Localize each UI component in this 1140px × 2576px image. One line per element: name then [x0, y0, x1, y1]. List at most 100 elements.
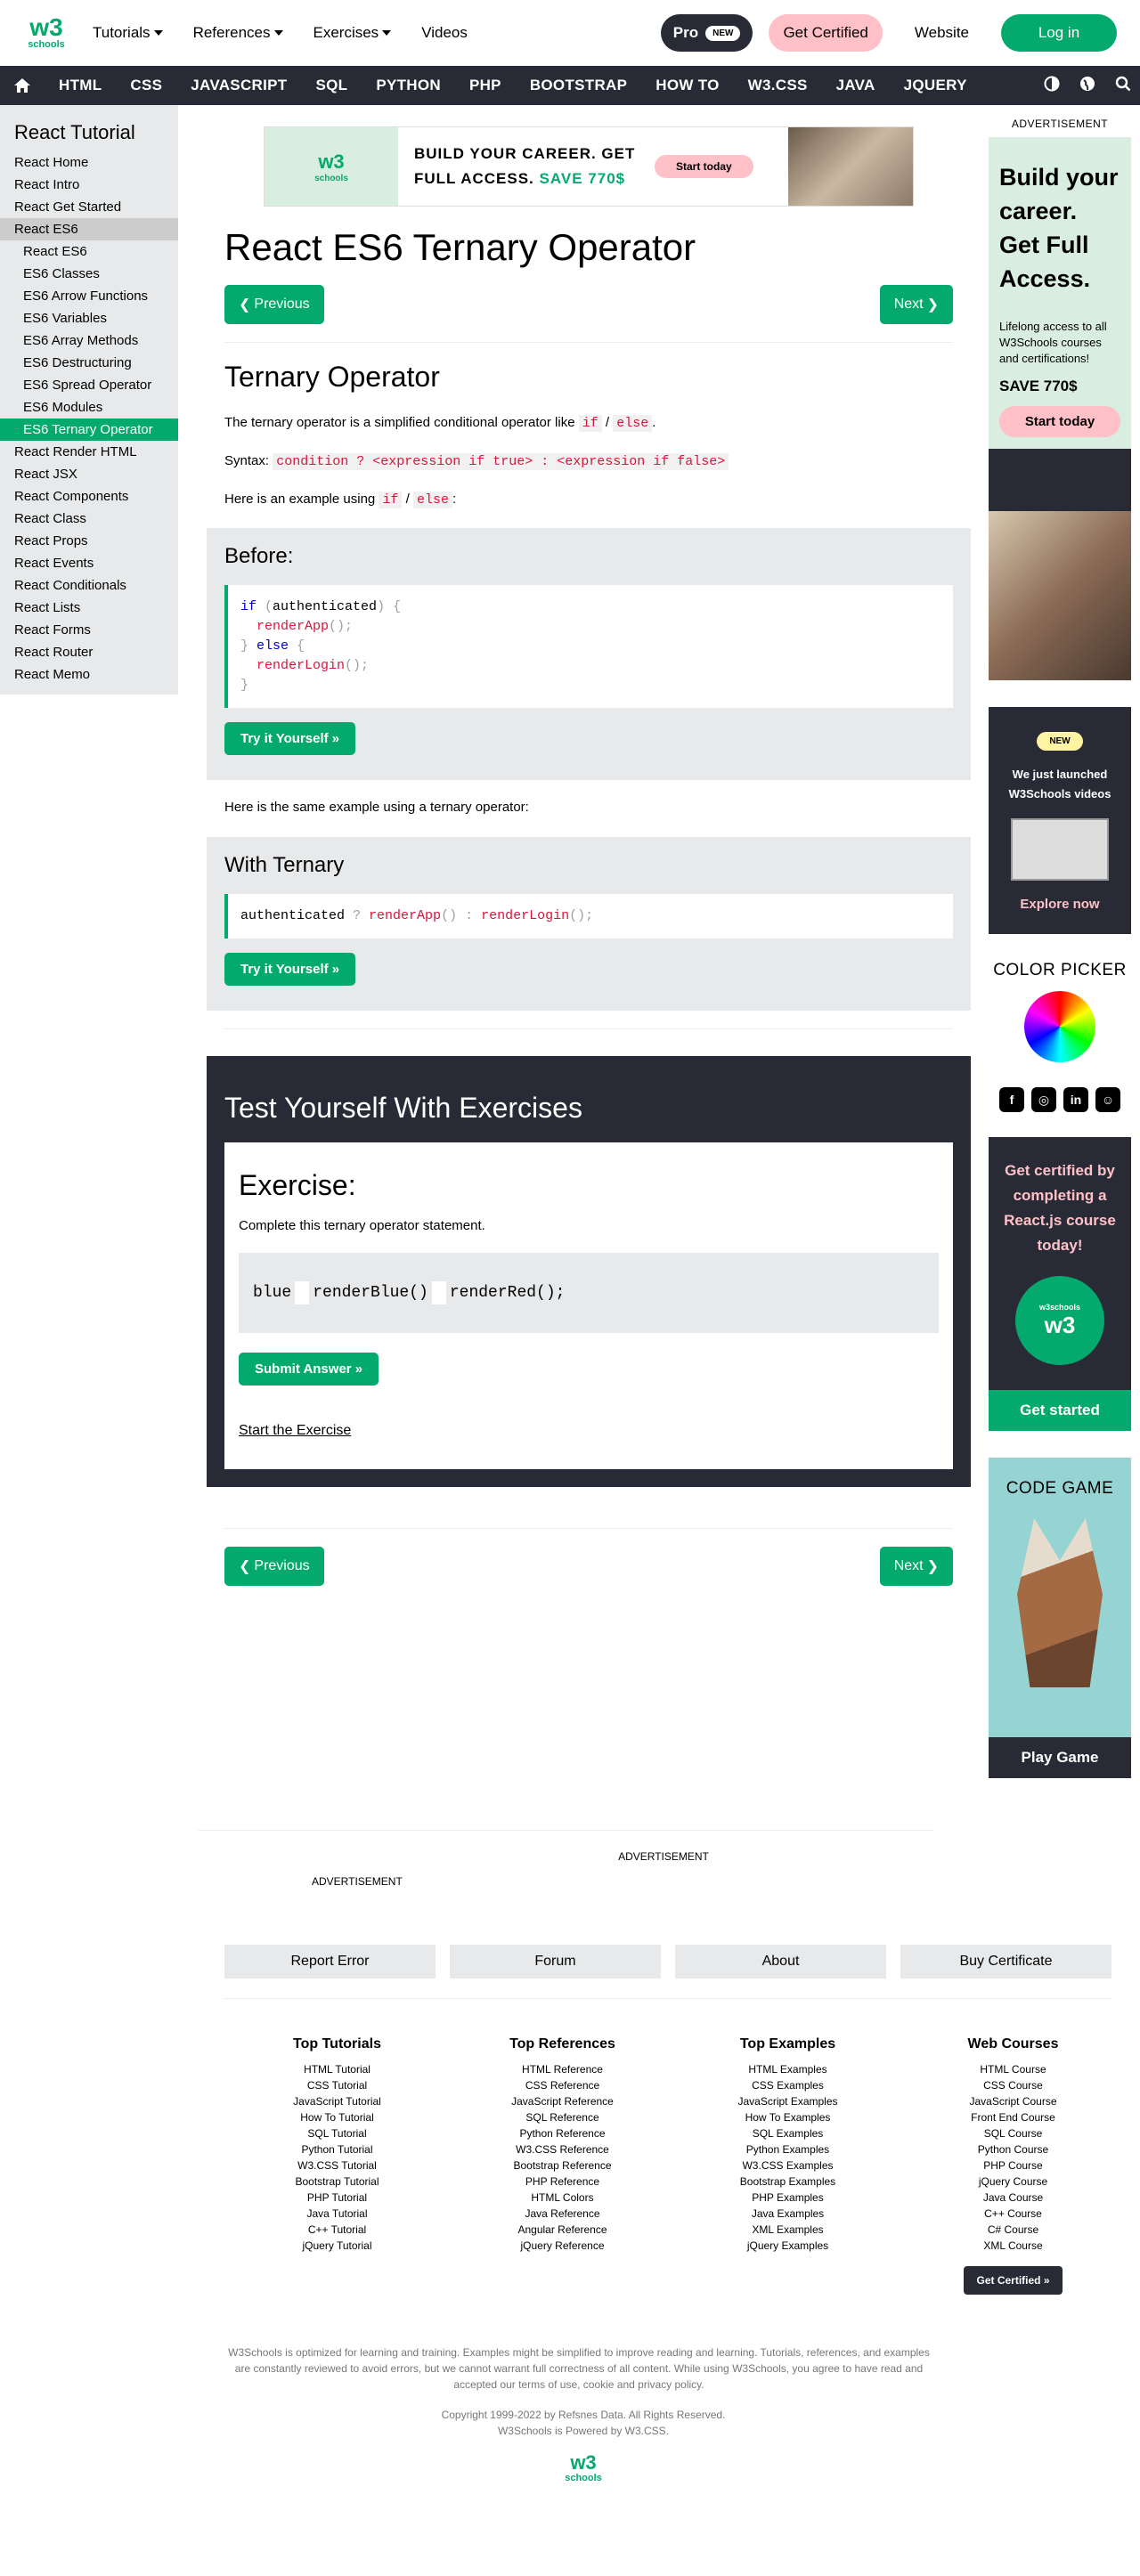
footer-logo[interactable]: w3 schools	[0, 2453, 1140, 2484]
try-it-yourself-button[interactable]: Try it Yourself »	[224, 722, 356, 755]
globe-icon[interactable]	[1079, 76, 1095, 95]
sidebar-item-react-lists[interactable]: React Lists	[0, 597, 178, 619]
footer-link[interactable]: C# Course	[900, 2222, 1126, 2238]
nav-sql[interactable]: SQL	[301, 77, 362, 94]
try-it-yourself-button[interactable]: Try it Yourself »	[224, 953, 356, 986]
footer-get-certified-button[interactable]: Get Certified »	[964, 2266, 1063, 2295]
home-icon[interactable]	[0, 66, 45, 105]
pro-button[interactable]: Pro NEW	[660, 14, 753, 52]
login-button[interactable]: Log in	[1001, 14, 1117, 52]
nav-w3css[interactable]: W3.CSS	[734, 77, 822, 94]
report-error-button[interactable]: Report Error	[224, 1945, 436, 1979]
sidebar-item-es6-modules[interactable]: ES6 Modules	[0, 396, 178, 418]
sidebar-item-es6-classes[interactable]: ES6 Classes	[0, 263, 178, 285]
footer-link[interactable]: CSS Examples	[675, 2077, 900, 2093]
footer-link[interactable]: Java Examples	[675, 2206, 900, 2222]
sidebar-item-react-memo[interactable]: React Memo	[0, 663, 178, 686]
next-button[interactable]: Next ❯	[879, 285, 953, 324]
color-picker-icon[interactable]	[1024, 991, 1095, 1062]
nav-php[interactable]: PHP	[455, 77, 516, 94]
footer-link[interactable]: jQuery Examples	[675, 2238, 900, 2254]
discord-icon[interactable]: ☺	[1095, 1087, 1120, 1112]
ad-start-button[interactable]: Start today	[999, 406, 1120, 437]
footer-link[interactable]: Bootstrap Reference	[450, 2158, 675, 2174]
footer-link[interactable]: How To Examples	[675, 2109, 900, 2125]
sidebar-item-es6-destructuring[interactable]: ES6 Destructuring	[0, 352, 178, 374]
sidebar-item-react-events[interactable]: React Events	[0, 552, 178, 574]
sidebar-item-react-props[interactable]: React Props	[0, 530, 178, 552]
nav-python[interactable]: PYTHON	[362, 77, 455, 94]
instagram-icon[interactable]: ◎	[1031, 1087, 1056, 1112]
footer-link[interactable]: W3.CSS Examples	[675, 2158, 900, 2174]
footer-link[interactable]: CSS Reference	[450, 2077, 675, 2093]
sidebar-item-es6-spread-operator[interactable]: ES6 Spread Operator	[0, 374, 178, 396]
w3schools-logo[interactable]: w3 schools	[23, 15, 69, 51]
about-button[interactable]: About	[675, 1945, 886, 1979]
footer-link[interactable]: CSS Tutorial	[224, 2077, 450, 2093]
footer-link[interactable]: PHP Tutorial	[224, 2190, 450, 2206]
play-game-button[interactable]: Play Game	[989, 1737, 1131, 1778]
footer-link[interactable]: W3.CSS Tutorial	[224, 2158, 450, 2174]
search-icon[interactable]	[1115, 76, 1131, 95]
sidebar-item-react-render-html[interactable]: React Render HTML	[0, 441, 178, 463]
sidebar-item-react-router[interactable]: React Router	[0, 641, 178, 663]
footer-link[interactable]: Python Reference	[450, 2125, 675, 2141]
buy-certificate-button[interactable]: Buy Certificate	[900, 1945, 1112, 1979]
sidebar-item-react-es6[interactable]: React ES6	[0, 240, 178, 263]
footer-link[interactable]: XML Course	[900, 2238, 1126, 2254]
ad-code-game[interactable]: CODE GAME Play Game	[989, 1458, 1131, 1778]
footer-link[interactable]: SQL Tutorial	[224, 2125, 450, 2141]
sidebar-item-es6-ternary-operator[interactable]: ES6 Ternary Operator	[0, 418, 178, 441]
nav-css[interactable]: CSS	[116, 77, 176, 94]
explore-now-link[interactable]: Explore now	[998, 897, 1122, 912]
sidebar-item-react-home[interactable]: React Home	[0, 151, 178, 174]
color-picker-title[interactable]: COLOR PICKER	[989, 961, 1131, 980]
footer-link[interactable]: HTML Examples	[675, 2061, 900, 2077]
website-link[interactable]: Website	[899, 24, 985, 42]
sidebar-item-react-intro[interactable]: React Intro	[0, 174, 178, 196]
previous-button[interactable]: ❮ Previous	[224, 285, 324, 324]
menu-exercises[interactable]: Exercises	[314, 24, 392, 42]
sidebar-item-es6-arrow-functions[interactable]: ES6 Arrow Functions	[0, 285, 178, 307]
contrast-icon[interactable]	[1044, 76, 1060, 95]
sidebar-item-react-jsx[interactable]: React JSX	[0, 463, 178, 485]
ad-banner[interactable]: w3 schools BUILD YOUR CAREER. GET FULL A…	[264, 126, 914, 207]
footer-link[interactable]: PHP Reference	[450, 2174, 675, 2190]
footer-link[interactable]: jQuery Reference	[450, 2238, 675, 2254]
footer-link[interactable]: Front End Course	[900, 2109, 1126, 2125]
forum-button[interactable]: Forum	[450, 1945, 661, 1979]
next-button[interactable]: Next ❯	[879, 1547, 953, 1586]
menu-tutorials[interactable]: Tutorials	[93, 24, 163, 42]
sidebar-item-react-conditionals[interactable]: React Conditionals	[0, 574, 178, 597]
sidebar-item-react-get-started[interactable]: React Get Started	[0, 196, 178, 218]
nav-howto[interactable]: HOW TO	[641, 77, 733, 94]
footer-link[interactable]: SQL Reference	[450, 2109, 675, 2125]
footer-link[interactable]: Bootstrap Examples	[675, 2174, 900, 2190]
footer-link[interactable]: C++ Tutorial	[224, 2222, 450, 2238]
footer-link[interactable]: JavaScript Reference	[450, 2093, 675, 2109]
footer-link[interactable]: HTML Reference	[450, 2061, 675, 2077]
nav-javascript[interactable]: JAVASCRIPT	[176, 77, 301, 94]
answer-input[interactable]	[295, 1281, 310, 1304]
footer-link[interactable]: Bootstrap Tutorial	[224, 2174, 450, 2190]
footer-link[interactable]: JavaScript Examples	[675, 2093, 900, 2109]
answer-input[interactable]	[431, 1281, 446, 1304]
ad-career[interactable]: Build your career. Get Full Access. Life…	[989, 137, 1131, 680]
menu-videos[interactable]: Videos	[421, 24, 468, 42]
footer-link[interactable]: Java Tutorial	[224, 2206, 450, 2222]
banner-start-button[interactable]: Start today	[655, 155, 753, 178]
footer-link[interactable]: Java Course	[900, 2190, 1126, 2206]
previous-button[interactable]: ❮ Previous	[224, 1547, 324, 1586]
footer-link[interactable]: CSS Course	[900, 2077, 1126, 2093]
sidebar-item-react-forms[interactable]: React Forms	[0, 619, 178, 641]
footer-link[interactable]: SQL Examples	[675, 2125, 900, 2141]
nav-jquery[interactable]: JQUERY	[890, 77, 981, 94]
footer-link[interactable]: Angular Reference	[450, 2222, 675, 2238]
sidebar-item-es6-array-methods[interactable]: ES6 Array Methods	[0, 329, 178, 352]
footer-link[interactable]: XML Examples	[675, 2222, 900, 2238]
facebook-icon[interactable]: f	[999, 1087, 1024, 1112]
get-certified-button[interactable]: Get Certified	[769, 14, 883, 52]
submit-answer-button[interactable]: Submit Answer »	[239, 1353, 379, 1386]
sidebar-item-react-es6[interactable]: React ES6	[0, 218, 178, 240]
footer-link[interactable]: HTML Colors	[450, 2190, 675, 2206]
